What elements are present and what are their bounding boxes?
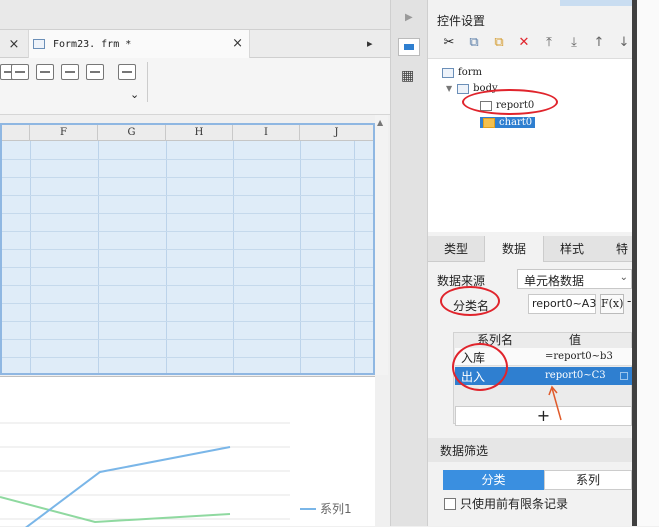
tab-data[interactable]: 数据 — [484, 236, 544, 262]
collapse-arrow-icon[interactable]: ▶ — [405, 12, 413, 23]
body-node-icon — [457, 83, 470, 94]
title-strip — [0, 0, 390, 30]
limit-records-label: 只使用前有限条记录 — [460, 497, 569, 511]
column-header-f[interactable]: F — [30, 125, 98, 141]
tree-node-chart0[interactable]: chart0 — [480, 117, 536, 128]
top-button[interactable] — [560, 0, 632, 6]
limit-records-checkbox[interactable] — [444, 497, 456, 510]
chart-node-icon — [483, 117, 495, 128]
textbox-widget-icon[interactable] — [11, 64, 29, 80]
panel-toolbar: ✂ ⧉ ⧉ ✕ ⤒ ⤓ ↑ ↓ — [441, 35, 632, 50]
data-source-select[interactable]: 单元格数据 ⌄ — [517, 269, 632, 289]
grid-line — [2, 159, 373, 160]
editor-tab-bar: × Form23. frm * × — [0, 30, 390, 58]
radio-widget-icon[interactable] — [61, 64, 79, 80]
data-source-value: 单元格数据 — [524, 274, 585, 288]
add-series-button[interactable]: + — [455, 406, 632, 426]
category-field[interactable]: report0~A3 — [528, 294, 596, 314]
grid-line — [2, 213, 373, 214]
legend-swatch — [300, 507, 316, 510]
filter-category-button[interactable]: 分类 — [443, 470, 544, 490]
column-header-h[interactable]: H — [166, 125, 233, 141]
grid-line — [2, 285, 373, 286]
column-header-i[interactable]: I — [233, 125, 300, 141]
grid-line — [2, 357, 373, 358]
form-node-icon — [442, 67, 454, 78]
chart-legend: 系列1 — [300, 500, 352, 517]
tab-form23[interactable]: Form23. frm * × — [28, 30, 250, 58]
chevron-down-icon: ⌄ — [619, 272, 628, 283]
cut-icon[interactable]: ✂ — [441, 35, 457, 50]
widget-tree: form ▼ body report0 chart0 — [428, 58, 632, 232]
chevron-down-icon[interactable]: ⌄ — [130, 88, 139, 101]
grid-line — [2, 231, 373, 232]
tab-effects[interactable]: 特效 — [600, 236, 632, 262]
move-up-icon[interactable]: ↑ — [591, 35, 607, 50]
column-header-j[interactable]: J — [300, 125, 373, 141]
window-edge-shadow — [632, 0, 637, 526]
data-filter-header: 数据筛选 — [428, 438, 632, 462]
move-bottom-icon[interactable]: ⤓ — [566, 35, 582, 50]
legend-label: 系列1 — [320, 502, 352, 516]
tab-previous[interactable]: × — [0, 30, 28, 58]
column-header-blank — [2, 125, 30, 141]
series-value[interactable]: =report0~b3 — [545, 351, 613, 362]
move-top-icon[interactable]: ⤒ — [541, 35, 557, 50]
pin-icon[interactable]: ▸ — [367, 37, 373, 50]
checkbox-widget-icon[interactable] — [86, 64, 104, 80]
close-icon[interactable]: × — [232, 36, 243, 51]
panel-title: 控件设置 — [437, 14, 486, 28]
annotation-arrow-icon — [548, 385, 562, 421]
column-header-row: F G H I J — [2, 125, 373, 141]
filter-series-button[interactable]: 系列 — [544, 470, 632, 490]
tab-style[interactable]: 样式 — [544, 236, 600, 262]
tree-node-label: form — [458, 67, 482, 78]
widget-toolbar: ⌄ — [0, 58, 390, 115]
move-down-icon[interactable]: ↓ — [616, 35, 632, 50]
formula-button[interactable]: F(x) — [600, 294, 624, 314]
property-tabs: 类型 数据 样式 特效 — [428, 236, 632, 262]
paste-icon[interactable]: ⧉ — [491, 35, 507, 50]
close-icon[interactable]: × — [9, 37, 20, 52]
chart-series-line-2 — [0, 496, 231, 524]
grid-line — [2, 339, 373, 340]
annotation-circle — [440, 286, 500, 316]
delete-icon[interactable]: ✕ — [516, 35, 532, 50]
grid-line — [2, 267, 373, 268]
toolbar-separator — [147, 62, 148, 102]
column-header-g[interactable]: G — [98, 125, 166, 141]
series-value[interactable]: report0~C3 — [545, 370, 606, 381]
remove-button[interactable]: - — [627, 294, 631, 308]
annotation-circle — [452, 343, 508, 391]
list-widget-icon[interactable] — [36, 64, 54, 80]
grid-line — [2, 321, 373, 322]
report-grid[interactable]: F G H I J — [0, 123, 375, 375]
tree-node-label: chart0 — [499, 117, 533, 128]
widget-settings-toggle-button[interactable] — [398, 38, 420, 56]
copy-icon[interactable]: ⧉ — [466, 35, 482, 50]
grid-line — [2, 195, 373, 196]
form-file-icon — [33, 39, 45, 49]
tree-node-form[interactable]: form — [442, 67, 482, 78]
annotation-circle — [462, 89, 558, 115]
vertical-scrollbar[interactable]: ▲ — [375, 115, 388, 375]
scroll-up-icon[interactable]: ▲ — [377, 118, 383, 127]
expand-icon[interactable]: ▼ — [446, 84, 452, 93]
limit-records-option[interactable]: 只使用前有限条记录 — [444, 495, 568, 512]
grid-layout-icon[interactable]: ▦ — [401, 68, 414, 84]
tab-type[interactable]: 类型 — [428, 236, 484, 262]
grid-line — [2, 177, 373, 178]
tab-label: Form23. frm * — [53, 38, 132, 50]
grid-line — [2, 303, 373, 304]
row-handle-icon[interactable] — [620, 372, 628, 380]
grid-line — [2, 249, 373, 250]
search-widget-icon[interactable] — [118, 64, 136, 80]
series-value-header: 值 — [569, 333, 582, 347]
